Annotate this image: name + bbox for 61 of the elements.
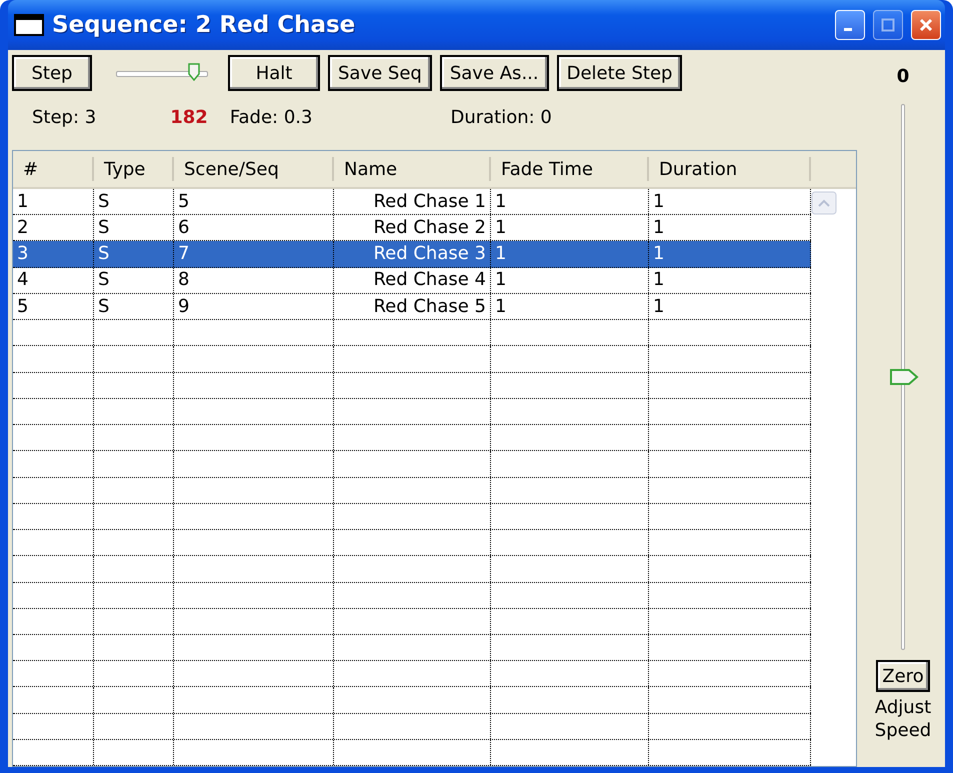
close-button[interactable]	[911, 10, 941, 40]
minimize-icon	[844, 28, 852, 30]
column-header[interactable]: Type	[94, 157, 174, 181]
step-label: Step: 3	[32, 106, 96, 128]
toolbar-button[interactable]: Save Seq	[328, 55, 432, 91]
grid-cell: 1	[491, 294, 649, 320]
toolbar-button[interactable]: Halt	[228, 55, 320, 91]
grid-cell: S	[94, 189, 174, 214]
grid-cell: 1	[649, 294, 811, 320]
grid-cell: Red Chase 4	[334, 268, 491, 293]
column-header[interactable]: Scene/Seq	[174, 157, 334, 181]
grid-cell: Red Chase 5	[334, 294, 491, 320]
toolbar-button[interactable]: Save As...	[440, 55, 549, 91]
fade-label: Fade: 0.3	[230, 106, 312, 128]
slider-thumb[interactable]	[889, 368, 919, 386]
window-title: Sequence: 2 Red Chase	[52, 12, 356, 38]
grid-row[interactable]: 1 S 5 Red Chase 1 1 1	[13, 189, 811, 216]
grid-cell: S	[94, 241, 174, 267]
grid-cell: 1	[649, 268, 811, 293]
column-header[interactable]: Name	[334, 157, 491, 181]
grid-row[interactable]: 4 S 8 Red Chase 4 1 1	[13, 268, 811, 294]
duration-label: Duration: 0	[450, 106, 552, 128]
minimize-button[interactable]	[835, 10, 865, 40]
grid-cell: Red Chase 1	[334, 189, 491, 214]
scroll-up-button[interactable]	[811, 191, 837, 215]
toolbar-button[interactable]: Delete Step	[556, 55, 682, 91]
column-header[interactable]: Fade Time	[491, 157, 649, 181]
grid-cell: Red Chase 2	[334, 215, 491, 240]
grid-cell: 9	[174, 294, 334, 320]
grid-cell: 6	[174, 215, 334, 240]
grid-cell: 1	[491, 189, 649, 214]
grid-cell: 5	[174, 189, 334, 214]
grid-cell: 8	[174, 268, 334, 293]
close-icon	[919, 18, 933, 32]
grid-cell: 3	[13, 241, 94, 267]
grid-cell: S	[94, 215, 174, 240]
speed-reading: 0	[896, 64, 910, 88]
zero-button[interactable]: Zero	[876, 660, 930, 692]
grid-cell: 1	[13, 189, 94, 214]
grid-cell: 1	[491, 241, 649, 267]
grid-cell: S	[94, 294, 174, 320]
grid-cell: 5	[13, 294, 94, 320]
window-icon	[14, 14, 44, 36]
counter-value: 182	[170, 106, 208, 128]
column-header[interactable]: Duration	[649, 157, 811, 181]
column-header[interactable]: #	[13, 157, 94, 181]
grid-cell: 7	[174, 241, 334, 267]
grid-cell: 2	[13, 215, 94, 240]
grid-cell: 1	[649, 215, 811, 240]
grid-cell: 4	[13, 268, 94, 293]
maximize-icon	[881, 18, 895, 32]
grid-cell: 1	[649, 241, 811, 267]
slider-thumb[interactable]	[188, 63, 200, 81]
grid-row[interactable]: 3 S 7 Red Chase 3 1 1	[13, 241, 811, 268]
grid-row[interactable]: 5 S 9 Red Chase 5 1 1	[13, 294, 811, 320]
grid-cell: Red Chase 3	[334, 241, 491, 267]
grid-cell: 1	[491, 268, 649, 293]
grid-cell: S	[94, 268, 174, 293]
adjust-speed-label: Adjust Speed	[874, 696, 932, 743]
grid-cell: 1	[491, 215, 649, 240]
step-button[interactable]: Step	[12, 55, 92, 91]
